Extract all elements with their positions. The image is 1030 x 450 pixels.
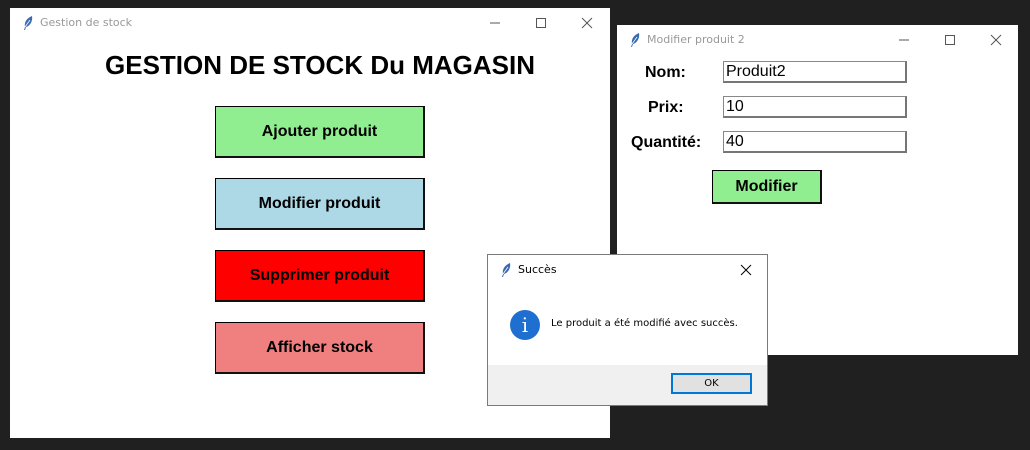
quantity-label: Quantité: (631, 134, 702, 151)
price-field[interactable] (723, 96, 907, 118)
modify-product-button[interactable]: Modifier produit (215, 178, 425, 230)
close-button[interactable] (723, 255, 769, 285)
close-button[interactable] (973, 25, 1019, 55)
maximize-icon (945, 35, 955, 45)
close-icon (581, 17, 593, 29)
success-dialog: Succès i Le produit a été modifié avec s… (487, 254, 768, 406)
dialog-body: i Le produit a été modifié avec succès. (488, 285, 767, 365)
modify-titlebar[interactable]: Modifier produit 2 (617, 25, 1018, 55)
maximize-icon (536, 18, 546, 28)
ok-button[interactable]: OK (671, 373, 752, 394)
close-icon (990, 34, 1002, 46)
dialog-titlebar[interactable]: Succès (488, 255, 767, 285)
window-title: Gestion de stock (40, 16, 133, 29)
minimize-icon (490, 22, 500, 24)
dialog-message: Le produit a été modifié avec succès. (551, 318, 738, 329)
page-title: GESTION DE STOCK Du MAGASIN (105, 50, 535, 80)
dialog-footer: OK (488, 365, 767, 405)
dialog-title: Succès (518, 263, 557, 276)
feather-icon (24, 16, 33, 30)
add-product-button[interactable]: Ajouter produit (215, 106, 425, 158)
modify-button[interactable]: Modifier (712, 170, 822, 204)
minimize-button[interactable] (472, 8, 518, 38)
delete-product-button[interactable]: Supprimer produit (215, 250, 425, 302)
price-label: Prix: (648, 99, 684, 116)
close-button[interactable] (564, 8, 610, 38)
quantity-field[interactable] (723, 131, 907, 153)
maximize-button[interactable] (518, 8, 564, 38)
name-field[interactable] (723, 61, 907, 83)
show-stock-button[interactable]: Afficher stock (215, 322, 425, 374)
name-label: Nom: (645, 64, 686, 81)
maximize-button[interactable] (927, 25, 973, 55)
minimize-button[interactable] (881, 25, 927, 55)
close-icon (740, 264, 752, 276)
window-title: Modifier produit 2 (647, 33, 745, 46)
info-icon: i (510, 310, 540, 340)
feather-icon (502, 263, 511, 277)
feather-icon (631, 33, 640, 47)
minimize-icon (899, 39, 909, 41)
main-titlebar[interactable]: Gestion de stock (10, 8, 610, 38)
